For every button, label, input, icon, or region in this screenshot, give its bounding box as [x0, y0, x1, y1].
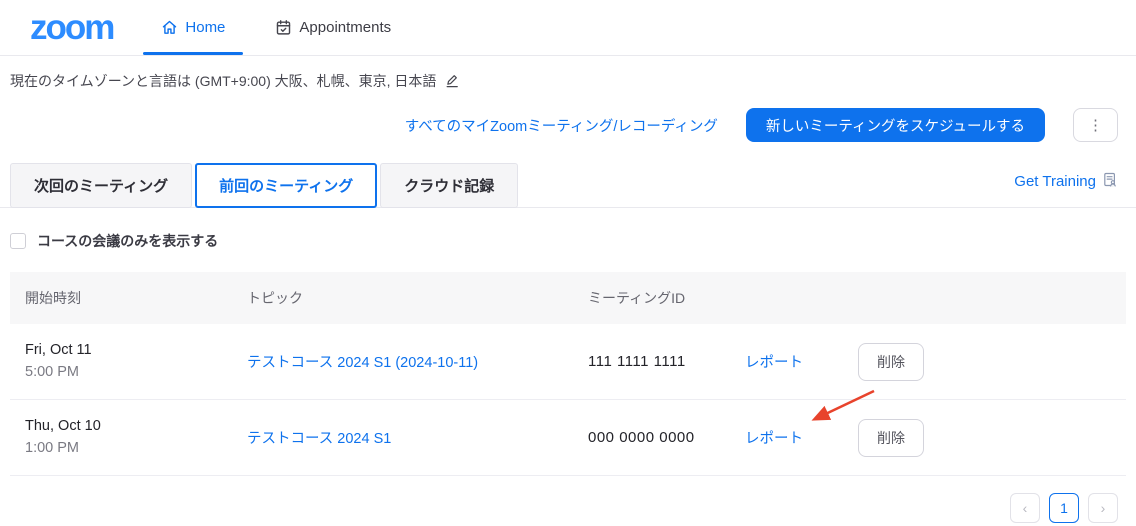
page-1-button[interactable]: 1: [1049, 493, 1079, 523]
tab-previous-meetings[interactable]: 前回のミーティング: [195, 163, 377, 208]
nav-appointments-label: Appointments: [299, 19, 391, 36]
topic-link[interactable]: テストコース 2024 S1 (2024-10-11): [247, 355, 478, 371]
course-meetings-checkbox[interactable]: [10, 233, 26, 249]
zoom-logo[interactable]: zoom: [30, 8, 113, 48]
get-training-link[interactable]: Get Training: [1014, 171, 1118, 192]
report-link[interactable]: レポート: [745, 355, 803, 371]
report-link[interactable]: レポート: [745, 431, 803, 447]
timezone-text: 現在のタイムゾーンと言語は (GMT+9:00) 大阪、札幌、東京, 日本語: [10, 71, 436, 91]
more-options-button[interactable]: ⋮: [1073, 108, 1118, 142]
top-navbar: zoom Home Appointments: [0, 0, 1136, 56]
table-row: Thu, Oct 10 1:00 PM テストコース 2024 S1 000 0…: [10, 400, 1126, 476]
meeting-id: 000 0000 0000: [588, 429, 695, 446]
course-meetings-filter-label: コースの会議のみを表示する: [37, 231, 218, 251]
training-document-icon: [1102, 171, 1118, 192]
delete-cell: 削除: [858, 343, 1126, 381]
meetings-tab-bar: 次回のミーティング 前回のミーティング クラウド記録 Get Training: [0, 163, 1136, 208]
topic-cell: テストコース 2024 S1: [247, 427, 588, 448]
calendar-check-icon: [275, 19, 292, 36]
zoom-lms-page: zoom Home Appointments 現在のタイムゾーンと言語: [0, 0, 1136, 526]
meeting-date: Thu, Oct 10: [25, 416, 247, 438]
column-header-start-time: 開始時刻: [10, 288, 247, 308]
delete-button[interactable]: 削除: [858, 419, 924, 457]
pagination: ‹ 1 ›: [0, 476, 1136, 523]
next-page-button[interactable]: ›: [1088, 493, 1118, 523]
more-icon: ⋮: [1088, 118, 1103, 133]
delete-button[interactable]: 削除: [858, 343, 924, 381]
home-icon: [161, 19, 178, 36]
report-cell: レポート: [745, 351, 858, 372]
column-header-topic: トピック: [247, 288, 588, 308]
topic-cell: テストコース 2024 S1 (2024-10-11): [247, 351, 588, 372]
delete-cell: 削除: [858, 419, 1126, 457]
start-time-cell: Fri, Oct 11 5:00 PM: [10, 340, 247, 384]
report-cell: レポート: [745, 427, 858, 448]
tab-home[interactable]: Home: [157, 0, 229, 55]
timezone-row: 現在のタイムゾーンと言語は (GMT+9:00) 大阪、札幌、東京, 日本語: [0, 56, 1136, 91]
start-time-cell: Thu, Oct 10 1:00 PM: [10, 416, 247, 460]
all-meetings-link[interactable]: すべてのマイZoomミーティング/レコーディング: [405, 115, 718, 136]
edit-timezone-icon[interactable]: [444, 73, 460, 89]
actions-row: すべてのマイZoomミーティング/レコーディング 新しいミーティングをスケジュー…: [0, 91, 1136, 142]
meeting-id-cell: 000 0000 0000: [588, 429, 745, 447]
chevron-right-icon: ›: [1101, 500, 1106, 516]
schedule-meeting-button[interactable]: 新しいミーティングをスケジュールする: [746, 108, 1045, 142]
previous-page-button[interactable]: ‹: [1010, 493, 1040, 523]
meeting-time: 1:00 PM: [25, 438, 247, 460]
meeting-id: 111 1111 1111: [588, 353, 686, 370]
topic-link[interactable]: テストコース 2024 S1: [247, 431, 391, 447]
table-row: Fri, Oct 11 5:00 PM テストコース 2024 S1 (2024…: [10, 324, 1126, 400]
meeting-date: Fri, Oct 11: [25, 340, 247, 362]
previous-meetings-table: 開始時刻 トピック ミーティングID Fri, Oct 11 5:00 PM テ…: [10, 272, 1126, 476]
table-header-row: 開始時刻 トピック ミーティングID: [10, 272, 1126, 324]
chevron-left-icon: ‹: [1023, 500, 1028, 516]
tab-appointments[interactable]: Appointments: [271, 0, 395, 55]
column-header-meeting-id: ミーティングID: [588, 288, 745, 308]
nav-home-label: Home: [185, 19, 225, 36]
tab-cloud-recordings[interactable]: クラウド記録: [380, 163, 518, 208]
course-filter-row: コースの会議のみを表示する: [10, 231, 1136, 251]
meeting-id-cell: 111 1111 1111: [588, 353, 745, 371]
get-training-label: Get Training: [1014, 173, 1096, 190]
meeting-time: 5:00 PM: [25, 362, 247, 384]
tab-upcoming-meetings[interactable]: 次回のミーティング: [10, 163, 192, 208]
